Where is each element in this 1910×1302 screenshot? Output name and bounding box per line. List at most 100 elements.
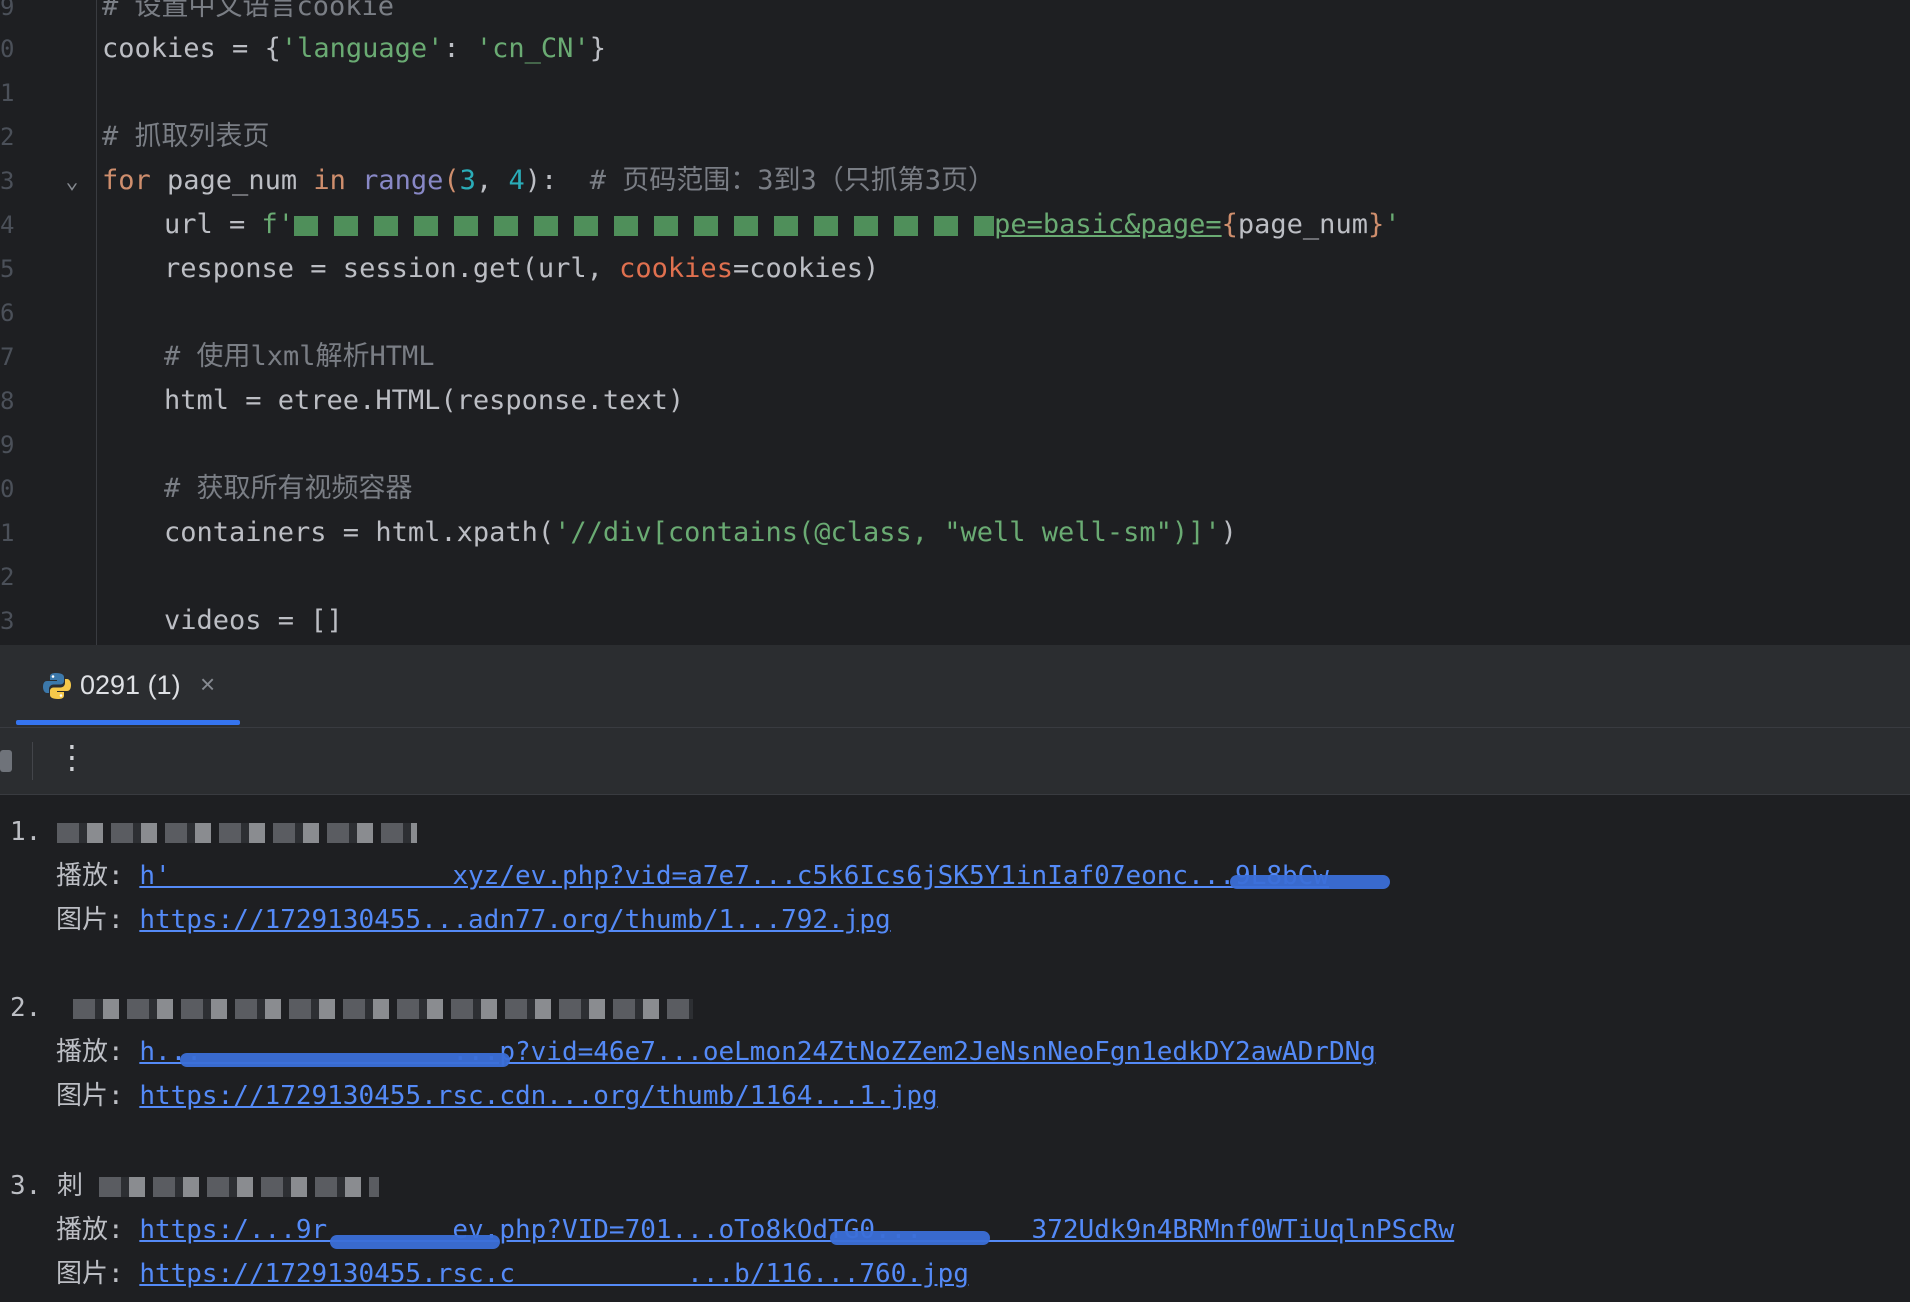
code-line-response: response = session.get(url, cookies=cook… — [102, 252, 879, 286]
code-line-comment: # 获取所有视频容器 — [102, 472, 413, 506]
python-icon — [43, 673, 71, 699]
more-options-icon[interactable]: ⋮ — [56, 738, 88, 776]
code-line-url: url = f' pe=basic&page={page_num}' — [102, 208, 1400, 242]
line-number: 8 — [0, 387, 14, 415]
line-number: 3 — [0, 607, 14, 635]
stop-button[interactable] — [0, 750, 12, 772]
line-number: 7 — [0, 343, 14, 371]
console-entry-image: 图片: https://1729130455.rsc.c ...b/116...… — [56, 1257, 969, 1291]
image-label: 图片: — [56, 905, 140, 935]
string-token: 'cn_CN' — [475, 33, 590, 64]
code-line-containers: containers = html.xpath('//div[contains(… — [102, 516, 1237, 550]
entry-index: 3. — [10, 1171, 42, 1201]
code-token: } — [589, 33, 606, 64]
string-token: '//div[contains(@class, "well well-sm")]… — [554, 517, 1221, 548]
code-token: } — [1367, 209, 1385, 240]
console-entry-image: 图片: https://1729130455.rsc.cdn...org/thu… — [56, 1079, 938, 1113]
active-tab-indicator — [16, 720, 240, 725]
line-number: 2 — [0, 123, 14, 151]
run-toolbar: ⋮ — [0, 728, 1910, 795]
code-token: , — [475, 165, 509, 196]
number-token: 3 — [459, 165, 476, 196]
code-line-cookies: cookies = {'language': 'cn_CN'} — [102, 32, 606, 66]
line-number: 0 — [0, 35, 14, 63]
code-token: response = session.get(url, — [164, 253, 620, 284]
code-line-comment: # 使用lxml解析HTML — [102, 340, 435, 374]
close-tab-icon[interactable]: × — [200, 669, 215, 700]
console-entry-title: 3. 刺 — [10, 1169, 379, 1203]
code-token: cookies — [102, 33, 216, 64]
code-token: = { — [215, 33, 281, 64]
redaction-scribble — [1230, 875, 1390, 889]
code-token: html = etree.HTML(response.text) — [164, 385, 685, 416]
string-token: 'language' — [280, 33, 444, 64]
keyword-token: in — [313, 165, 346, 196]
line-number-gutter: 9 0 1 2 3 4 5 6 7 8 9 0 1 2 3 ⌄ — [0, 0, 97, 645]
code-token: page_num — [1237, 209, 1368, 240]
entry-title-text: 刺 — [56, 1171, 83, 1201]
code-editor[interactable]: 9 0 1 2 3 4 5 6 7 8 9 0 1 2 3 ⌄ # 设置中文语言… — [0, 0, 1910, 645]
redaction-scribble — [180, 1053, 510, 1067]
comment-token: # 页码范围：3到3（只抓第3页） — [557, 165, 996, 196]
fold-chevron-icon[interactable]: ⌄ — [60, 170, 84, 194]
console-entry-title: 2. — [10, 991, 693, 1025]
param-token: cookies — [619, 253, 733, 284]
image-label: 图片: — [56, 1259, 140, 1289]
code-line-comment: # 设置中文语言cookie — [102, 0, 395, 22]
string-token: f' — [261, 209, 295, 240]
run-tab[interactable]: 0291 (1) × — [16, 645, 240, 727]
image-link[interactable]: https://1729130455.rsc.cdn...org/thumb/1… — [139, 1081, 937, 1111]
code-token: : — [443, 33, 476, 64]
url-link[interactable]: pe=basic&page= — [994, 209, 1222, 240]
run-tool-window-header: 0291 (1) × — [0, 645, 1910, 728]
image-label: 图片: — [56, 1081, 140, 1111]
code-token: { — [1221, 209, 1238, 240]
code-line-videos: videos = [] — [102, 604, 343, 638]
keyword-token: for — [102, 165, 151, 196]
console-output[interactable]: 1. 播放: h' xyz/ev.php?vid=a7e7...c5k6Ics6… — [0, 795, 1910, 1302]
play-label: 播放: — [56, 861, 140, 891]
redacted-block — [56, 822, 417, 843]
entry-index: 2. — [10, 993, 42, 1023]
play-link[interactable]: h' xyz/ev.php?vid=a7e7...c5k6Ics6jSK5Y1i… — [139, 861, 1329, 891]
image-link[interactable]: https://1729130455.rsc.c ...b/116...760.… — [139, 1259, 969, 1289]
run-tab-label: 0291 (1) — [80, 670, 181, 700]
builtin-token: range — [345, 165, 444, 196]
console-entry-play: 播放: https:/...9r ev.php?VID=701...oTo8kO… — [56, 1213, 1454, 1247]
code-token: videos = [] — [164, 605, 343, 636]
entry-index: 1. — [10, 817, 42, 847]
line-number: 3 — [0, 167, 14, 195]
redacted-block — [98, 1176, 379, 1197]
line-number: 5 — [0, 255, 14, 283]
code-line-for-loop: for page_num in range(3, 4): # 页码范围：3到3（… — [102, 164, 995, 198]
code-token: =cookies) — [732, 253, 880, 284]
image-link[interactable]: https://1729130455...adn77.org/thumb/1..… — [139, 905, 890, 935]
code-token: url = — [164, 209, 262, 240]
line-number: 4 — [0, 211, 14, 239]
code-token: ) — [1220, 517, 1237, 548]
string-token: ' — [1384, 209, 1401, 240]
console-entry-title: 1. — [10, 815, 417, 849]
code-token: page_num — [150, 165, 314, 196]
line-number: 2 — [0, 563, 14, 591]
redacted-block — [72, 998, 693, 1019]
redaction-scribble — [330, 1235, 500, 1249]
code-token: ( — [443, 165, 460, 196]
line-number: 9 — [0, 431, 14, 459]
play-label: 播放: — [56, 1037, 140, 1067]
line-number: 9 — [0, 0, 14, 21]
redaction-scribble — [830, 1231, 990, 1245]
number-token: 4 — [508, 165, 525, 196]
line-number: 1 — [0, 519, 14, 547]
comment-token: # 获取所有视频容器 — [164, 473, 413, 504]
line-number: 0 — [0, 475, 14, 503]
line-number: 1 — [0, 79, 14, 107]
comment-token: # 使用lxml解析HTML — [164, 341, 435, 372]
play-label: 播放: — [56, 1215, 140, 1245]
toolbar-divider — [32, 742, 33, 780]
console-entry-play: 播放: h' xyz/ev.php?vid=a7e7...c5k6Ics6jSK… — [56, 859, 1329, 893]
code-token: containers = html.xpath( — [164, 517, 555, 548]
code-token: ): — [524, 165, 558, 196]
line-number: 6 — [0, 299, 14, 327]
console-entry-image: 图片: https://1729130455...adn77.org/thumb… — [56, 903, 891, 937]
